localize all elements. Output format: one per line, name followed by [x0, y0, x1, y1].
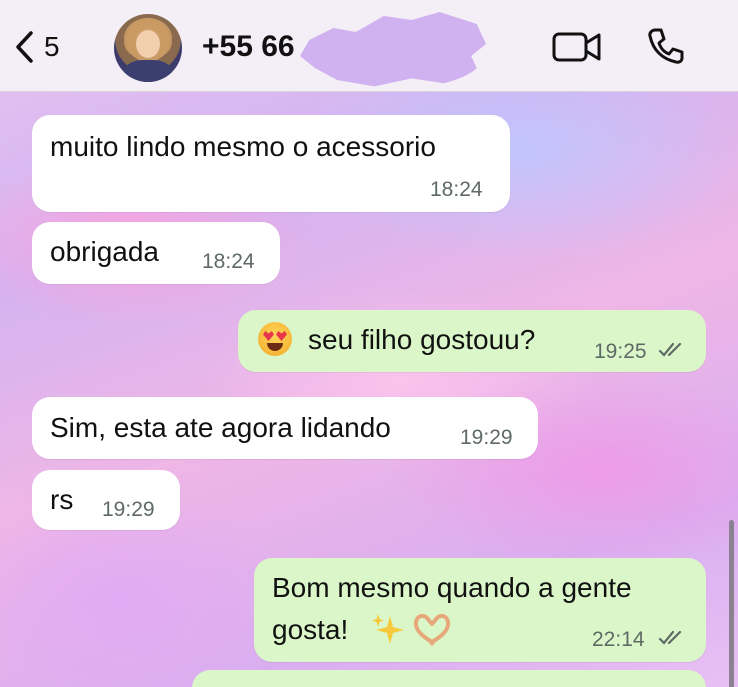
message-bubble-incoming[interactable]: rs 19:29: [32, 470, 180, 530]
message-bubble-incoming[interactable]: Sim, esta ate agora lidando 19:29: [32, 397, 538, 459]
scrollbar[interactable]: [729, 520, 734, 687]
chevron-left-icon: [16, 31, 33, 63]
heart-hands-icon: [413, 613, 451, 646]
redaction-scribble: [300, 12, 486, 87]
read-receipt-icon: [658, 630, 682, 645]
message-bubble-incoming[interactable]: muito lindo mesmo o acessorio 18:24: [32, 115, 510, 212]
sparkles-icon: [372, 614, 404, 644]
message-text: rs: [50, 484, 74, 515]
read-receipt-icon: [658, 342, 682, 357]
message-bubble-outgoing[interactable]: seu filho gostouu? 19:25: [238, 310, 706, 372]
video-camera-icon: [552, 32, 601, 62]
message-text: Sim, esta ate agora lidando: [50, 412, 391, 443]
message-bubble-incoming[interactable]: obrigada 18:24: [32, 222, 280, 284]
message-text: obrigada: [50, 236, 159, 267]
video-call-button[interactable]: [552, 30, 602, 69]
message-time: 19:29: [460, 426, 513, 449]
message-time: 18:24: [430, 178, 483, 201]
message-time: 18:24: [202, 250, 255, 273]
unread-count: 5: [44, 31, 60, 62]
voice-call-button[interactable]: [646, 26, 686, 71]
message-text-line-2: gosta!: [272, 614, 349, 645]
heart-eyes-emoji: [258, 322, 292, 356]
message-time: 22:14: [592, 628, 645, 651]
message-text-line-1: Bom mesmo quando a gente: [272, 572, 632, 603]
message-text: seu filho gostouu?: [308, 324, 536, 355]
avatar[interactable]: [114, 14, 182, 82]
message-bubble-outgoing[interactable]: Bom mesmo quando a gente gosta! 22:14: [254, 558, 706, 662]
phone-icon: [648, 28, 684, 64]
message-time: 19:29: [102, 498, 155, 521]
message-text: muito lindo mesmo o acessorio: [50, 131, 436, 162]
message-time: 19:25: [594, 340, 647, 363]
chat-header: 5 +55 66: [0, 0, 738, 92]
contact-name[interactable]: +55 66: [202, 30, 295, 64]
message-bubble-outgoing[interactable]: [192, 670, 706, 687]
back-button[interactable]: 5: [14, 30, 60, 64]
